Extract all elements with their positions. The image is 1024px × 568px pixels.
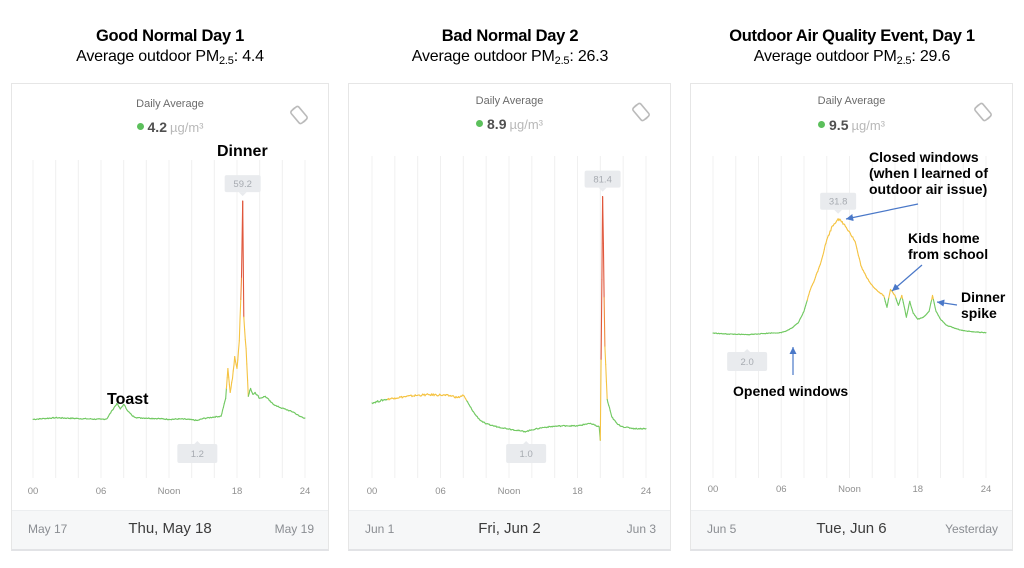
series-segment <box>227 367 230 378</box>
series-segment <box>822 248 825 254</box>
series-segment <box>933 302 936 309</box>
x-tick-label: Noon <box>498 486 521 497</box>
series-segment <box>901 294 904 300</box>
series-segment <box>934 306 937 312</box>
series-segment <box>231 377 234 383</box>
pm25-line-chart: 00 06 Noon 18 24 59.2 1.2 <box>28 160 311 497</box>
arrow-closed-windows <box>845 203 919 222</box>
series-segment <box>232 364 235 372</box>
series-segment <box>931 294 934 301</box>
series-segment <box>230 381 233 389</box>
annotation-dinner-spike: Dinner spike <box>961 289 1006 321</box>
series-segment <box>244 339 247 350</box>
series-segment <box>244 328 246 341</box>
series-segment <box>605 363 607 382</box>
series-segment <box>602 242 605 298</box>
series-segment <box>902 301 905 307</box>
series-segment <box>237 349 240 361</box>
annotation-toast: Toast <box>107 391 149 408</box>
series-segment <box>225 388 227 399</box>
max-value-label: 81.4 <box>593 175 612 186</box>
x-tick-label: 06 <box>776 484 787 495</box>
series-segment <box>907 304 910 310</box>
series-segment <box>928 306 931 312</box>
series-segment <box>231 370 234 380</box>
x-tick-label: 00 <box>708 484 719 495</box>
series-segment <box>604 346 607 366</box>
pm25-line-chart: 00 06 Noon 18 24 31.8 2.0 <box>708 156 992 495</box>
panel-bad-normal-day: Bad Normal Day 2 Average outdoor PM2.5: … <box>340 0 680 568</box>
x-tick-label: Noon <box>158 486 181 497</box>
min-value-label: 2.0 <box>741 357 754 368</box>
annotation-dinner: Dinner <box>217 143 268 160</box>
series-segment <box>238 319 241 342</box>
max-value-tooltip-pointer <box>598 187 607 192</box>
max-value-label: 59.2 <box>233 179 252 190</box>
x-tick-label: 24 <box>641 486 652 497</box>
series-segment <box>905 312 908 318</box>
series-segment <box>859 261 862 267</box>
series-segment <box>242 200 245 318</box>
series-segment <box>830 226 833 232</box>
x-tick-label: 00 <box>28 486 39 497</box>
x-tick-label: 00 <box>367 486 378 497</box>
series-segment <box>600 279 603 360</box>
series-segment <box>603 296 606 348</box>
series-segment <box>228 376 230 386</box>
series-segment <box>243 316 246 330</box>
x-tick-label: 24 <box>981 484 992 495</box>
panel-good-normal-day: Good Normal Day 1 Average outdoor PM2.5:… <box>0 0 340 568</box>
x-tick-label: 18 <box>232 486 243 497</box>
series-segment <box>222 403 225 408</box>
series-segment <box>888 293 891 299</box>
series-segment <box>247 379 249 397</box>
min-value-label: 1.2 <box>191 449 204 460</box>
annotation-kids-home: Kids home from school <box>908 230 989 262</box>
series-segment <box>239 298 242 321</box>
series-segment <box>904 309 907 315</box>
x-tick-label: 06 <box>435 486 446 497</box>
series-segment <box>828 230 831 236</box>
series-segment <box>887 297 890 304</box>
x-tick-label: 18 <box>572 486 583 497</box>
max-value-tooltip-pointer <box>834 209 843 214</box>
series-segment <box>225 377 228 390</box>
x-tick-label: 24 <box>300 486 311 497</box>
annotation-closed-windows: Closed windows (when I learned of outdoo… <box>869 149 989 197</box>
x-tick-label: 18 <box>912 484 923 495</box>
max-value-label: 31.8 <box>829 197 848 208</box>
x-tick-label: 06 <box>96 486 107 497</box>
panel-outdoor-event-day: Outdoor Air Quality Event, Day 1 Average… <box>680 0 1024 568</box>
series-segment <box>886 301 889 308</box>
series-segment <box>932 298 935 304</box>
series-segment <box>906 308 909 314</box>
pm25-line-chart: 00 06 Noon 18 24 81.4 1.0 <box>367 156 652 497</box>
series-segment <box>929 302 932 308</box>
series-segment <box>605 380 608 400</box>
series-segment <box>857 251 859 257</box>
series-segment <box>240 276 243 300</box>
min-value-label: 1.0 <box>520 449 533 460</box>
max-value-tooltip-pointer <box>238 192 247 197</box>
x-tick-label: Noon <box>838 484 861 495</box>
series-segment <box>246 363 249 382</box>
series-segment <box>245 348 248 365</box>
series-segment <box>856 247 859 253</box>
series-segment <box>823 244 826 250</box>
series-segment <box>237 340 240 351</box>
annotation-opened-windows: Opened windows <box>733 383 849 399</box>
series-segment <box>903 305 906 311</box>
